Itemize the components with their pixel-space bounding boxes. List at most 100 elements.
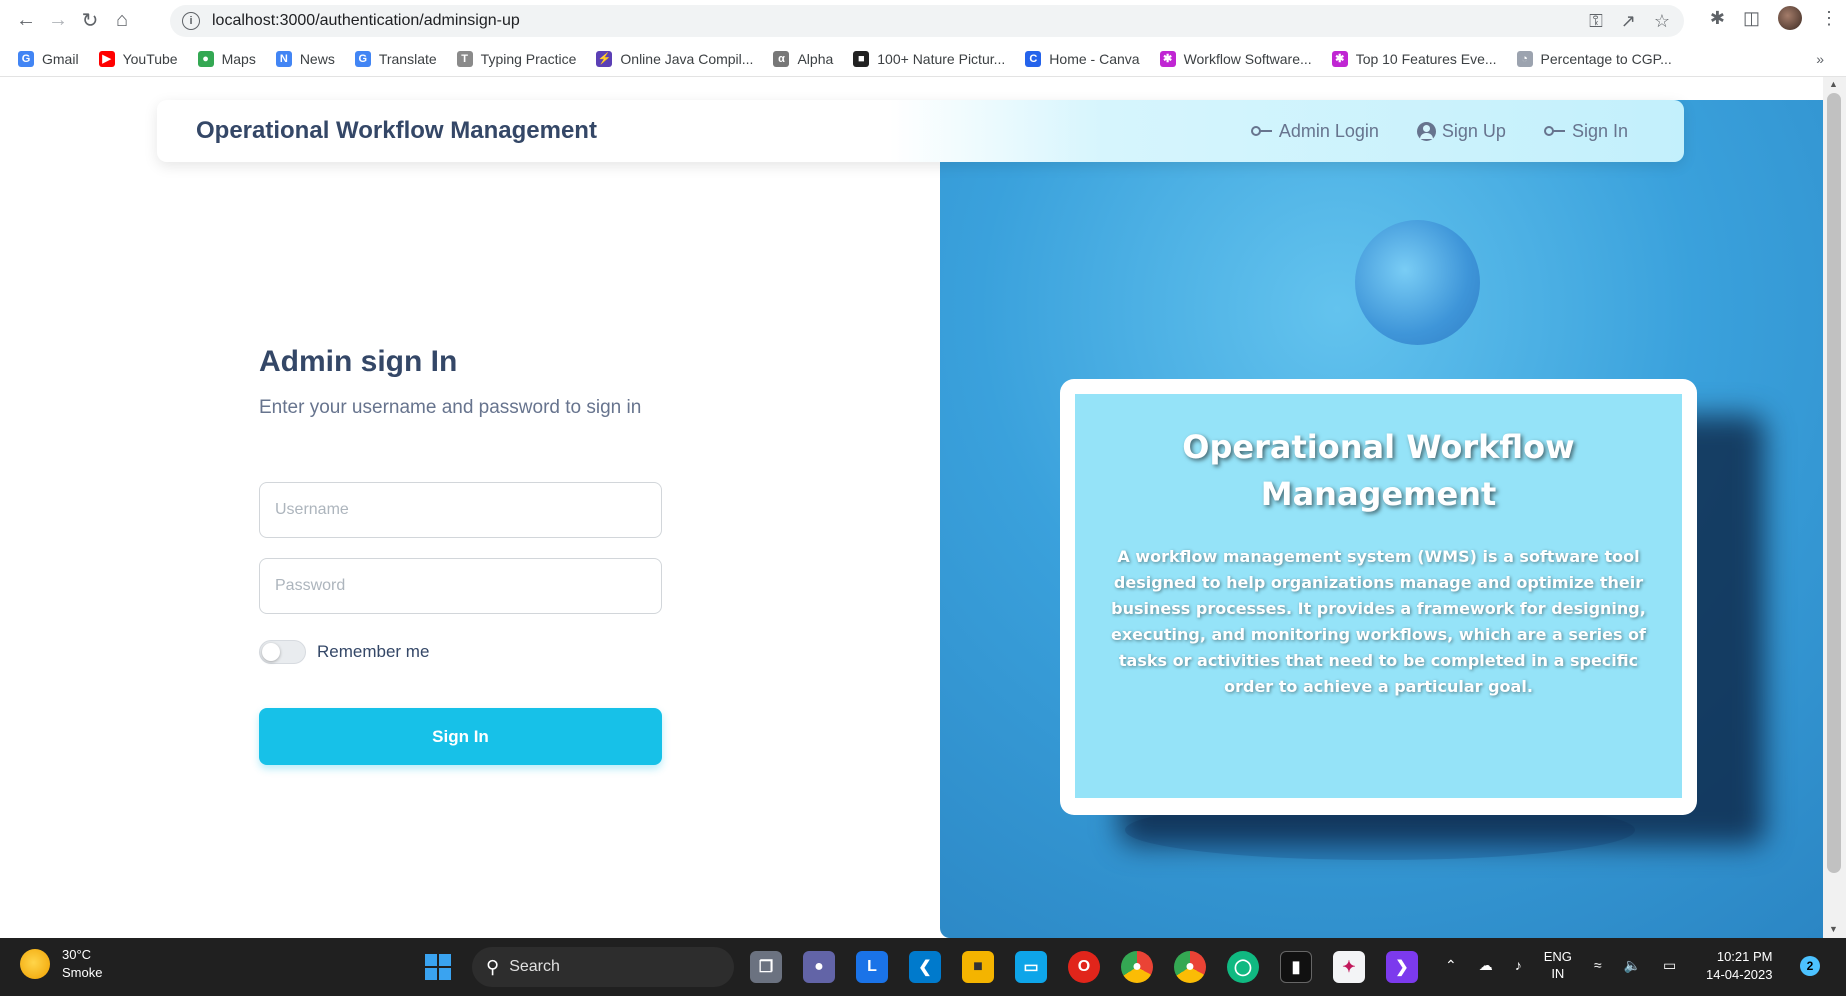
scroll-down-arrow-icon[interactable]: ▼ <box>1829 924 1838 934</box>
share-icon[interactable]: ↗ <box>1621 11 1636 32</box>
bookmark-item[interactable]: G Translate <box>354 50 437 67</box>
page-scrollbar[interactable]: ▲ ▼ <box>1823 77 1846 938</box>
bookmark-favicon-icon: ■ <box>853 50 870 67</box>
bookmark-label: Online Java Compil... <box>620 50 754 67</box>
bookmark-item[interactable]: C Home - Canva <box>1025 50 1140 67</box>
weather-widget[interactable]: 30°C Smoke <box>20 946 102 982</box>
volume-icon[interactable]: 🔈 <box>1624 957 1641 974</box>
remember-me-label[interactable]: Remember me <box>317 642 429 662</box>
notification-badge[interactable]: 2 <box>1800 956 1820 976</box>
info-card-text: A workflow management system (WMS) is a … <box>1110 547 1647 696</box>
bookmark-label: Home - Canva <box>1049 50 1140 67</box>
task-view-icon[interactable]: ❐ <box>750 951 782 983</box>
bookmark-item[interactable]: G Gmail <box>18 50 79 67</box>
bookmark-favicon-icon: C <box>1025 50 1042 67</box>
windows-start-icon[interactable] <box>425 954 451 980</box>
bookmark-favicon-icon: T <box>456 50 473 67</box>
bookmark-item[interactable]: ⚡ Online Java Compil... <box>596 50 754 67</box>
battery-icon[interactable]: ▭ <box>1663 957 1676 974</box>
wifi-icon[interactable]: ≈ <box>1594 957 1602 973</box>
nav-sign-up[interactable]: Sign Up <box>1416 121 1506 142</box>
vscode-icon[interactable]: ❮ <box>909 951 941 983</box>
bookmark-item[interactable]: ■ 100+ Nature Pictur... <box>853 50 1005 67</box>
taskbar-search[interactable]: ⚲ Search <box>472 947 734 987</box>
teams-chat-icon[interactable]: ● <box>803 951 835 983</box>
password-input[interactable] <box>259 558 662 614</box>
microphone-icon[interactable]: ♪ <box>1515 957 1522 973</box>
desktop-app-icon[interactable]: ▭ <box>1015 951 1047 983</box>
form-title: Admin sign In <box>259 345 458 378</box>
purple-app-icon[interactable]: ❯ <box>1386 951 1418 983</box>
side-panel-icon[interactable]: ◫ <box>1743 8 1760 29</box>
bookmark-favicon-icon: G <box>18 50 34 67</box>
nav-sign-in-label: Sign In <box>1571 120 1628 141</box>
clock-time: 10:21 PM <box>1716 949 1773 964</box>
search-icon: ⚲ <box>486 956 500 977</box>
l-app-icon[interactable]: L <box>856 951 888 983</box>
bookmark-item[interactable]: α Alpha <box>773 50 833 67</box>
site-info-icon[interactable]: i <box>182 12 200 30</box>
sign-in-button[interactable]: Sign In <box>259 708 662 765</box>
green-app-icon[interactable]: ◯ <box>1227 951 1259 983</box>
bookmark-item[interactable]: T Typing Practice <box>456 50 577 67</box>
windows-taskbar: 30°C Smoke ⚲ Search ❐ ● L ❮ ■ ▭ O ● ● ◯ … <box>0 938 1846 996</box>
top-navbar: Operational Workflow Management Admin Lo… <box>157 100 1684 162</box>
scrollbar-thumb[interactable] <box>1827 93 1841 873</box>
system-tray: ⌃ ☁ ♪ ENG IN ≈ 🔈 ▭ <box>1445 948 1676 982</box>
password-key-icon[interactable]: ⚿ <box>1589 11 1603 32</box>
info-card-body: Operational Workflow Management A workfl… <box>1075 394 1682 798</box>
address-bar[interactable]: i localhost:3000/authentication/adminsig… <box>170 5 1684 37</box>
nav-admin-login[interactable]: Admin Login <box>1250 120 1379 142</box>
bookmark-label: News <box>299 50 335 67</box>
brand-title[interactable]: Operational Workflow Management <box>196 117 597 145</box>
bookmark-label: Top 10 Features Eve... <box>1355 50 1497 67</box>
bookmark-favicon-icon: α <box>773 50 790 67</box>
bookmark-favicon-icon: ◔ <box>1516 50 1533 67</box>
onedrive-cloud-icon[interactable]: ☁ <box>1479 957 1493 974</box>
bookmark-item[interactable]: N News <box>275 50 335 67</box>
bookmark-label: Workflow Software... <box>1183 50 1312 67</box>
forward-arrow-icon[interactable]: → <box>42 5 74 37</box>
username-input[interactable] <box>259 482 662 538</box>
remember-me-toggle[interactable] <box>259 640 306 664</box>
scroll-up-arrow-icon[interactable]: ▲ <box>1829 79 1838 89</box>
extensions-puzzle-icon[interactable]: ✱ <box>1710 8 1725 29</box>
bookmark-item[interactable]: ◔ Percentage to CGP... <box>1516 50 1672 67</box>
nav-sign-in[interactable]: Sign In <box>1543 120 1628 142</box>
taskbar-clock[interactable]: 10:21 PM 14-04-2023 <box>1706 948 1773 984</box>
profile-avatar[interactable] <box>1778 6 1802 30</box>
opera-icon[interactable]: O <box>1068 951 1100 983</box>
clock-date: 14-04-2023 <box>1706 967 1773 982</box>
url-text[interactable]: localhost:3000/authentication/adminsign-… <box>212 12 520 30</box>
bookmark-label: Typing Practice <box>480 50 577 67</box>
bookmark-star-icon[interactable]: ☆ <box>1654 11 1670 32</box>
chrome-profile-icon[interactable]: ● <box>1174 951 1206 983</box>
bookmark-item[interactable]: ✱ Top 10 Features Eve... <box>1331 50 1497 67</box>
reload-icon[interactable]: ↻ <box>74 5 106 37</box>
bookmark-item[interactable]: ▶ YouTube <box>98 50 178 67</box>
chrome-icon[interactable]: ● <box>1121 951 1153 983</box>
back-arrow-icon[interactable]: ← <box>10 5 42 37</box>
bookmark-favicon-icon: ⚡ <box>596 50 613 67</box>
tray-chevron-up-icon[interactable]: ⌃ <box>1445 957 1457 974</box>
taskbar-search-label: Search <box>509 958 560 975</box>
info-card: Operational Workflow Management A workfl… <box>1060 379 1697 815</box>
home-icon[interactable]: ⌂ <box>106 5 138 37</box>
lang-line1: ENG <box>1543 949 1572 964</box>
file-explorer-icon[interactable]: ■ <box>962 951 994 983</box>
weather-temp: 30°C <box>62 947 92 962</box>
bookmark-favicon-icon: N <box>275 50 292 67</box>
bookmark-label: Percentage to CGP... <box>1540 50 1672 67</box>
terminal-icon[interactable]: ▮ <box>1280 951 1312 983</box>
browser-menu-icon[interactable]: ⋮ <box>1820 8 1838 29</box>
remember-me-row: Remember me <box>259 640 429 664</box>
nav-admin-login-label: Admin Login <box>1278 120 1379 141</box>
bookmarks-overflow-chevron-icon[interactable]: » <box>1816 51 1824 67</box>
bookmark-item[interactable]: ✱ Workflow Software... <box>1159 50 1312 67</box>
bookmark-favicon-icon: ▶ <box>98 50 115 67</box>
snipping-tool-icon[interactable]: ✦ <box>1333 951 1365 983</box>
weather-sun-icon <box>20 949 50 979</box>
language-indicator[interactable]: ENG IN <box>1544 948 1572 982</box>
bookmark-item[interactable]: ● Maps <box>197 50 256 67</box>
bookmark-favicon-icon: ● <box>197 50 214 67</box>
